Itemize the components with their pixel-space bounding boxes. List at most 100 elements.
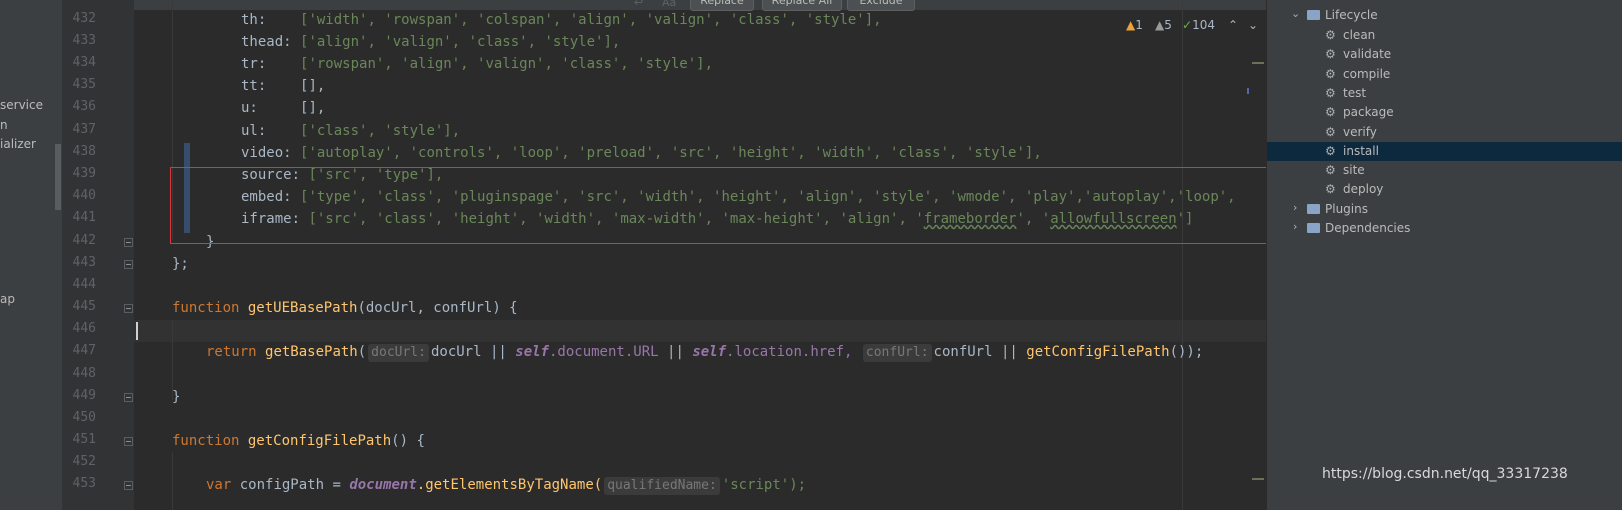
- line-number: 435: [72, 77, 96, 92]
- code-line-441: iframe: ['src', 'class', 'height', 'widt…: [241, 210, 1193, 228]
- project-item-service[interactable]: service: [0, 98, 43, 112]
- fold-marker-icon[interactable]: [124, 304, 133, 313]
- property: URL: [633, 344, 659, 360]
- line-number: 440: [72, 188, 96, 203]
- watermark-text: https://blog.csdn.net/qq_33317238: [1322, 466, 1568, 482]
- chevron-right-icon[interactable]: ›: [1293, 220, 1297, 233]
- gear-icon: ⚙: [1325, 124, 1336, 139]
- code-line-439: source: ['src', 'type'],: [241, 166, 443, 184]
- line-number: 445: [72, 299, 96, 314]
- previous-problem-icon[interactable]: ⌃: [1228, 18, 1238, 32]
- line-number: 446: [72, 321, 96, 336]
- line-number: 447: [72, 343, 96, 358]
- closing-brace: };: [172, 256, 189, 272]
- string-array: ', ': [1016, 211, 1051, 227]
- maven-tool-panel: ⌄ Lifecycle ⚙ clean ⚙ validate ⚙ compile ⚙ test…: [1266, 0, 1622, 510]
- code-line-442: }: [206, 233, 214, 251]
- line-number: 434: [72, 55, 96, 70]
- inspection-weak-warnings[interactable]: ▲5: [1155, 18, 1172, 32]
- code-editor[interactable]: th: ['width', 'rowspan', 'colspan', 'ali…: [134, 0, 1266, 510]
- warning-count: 1: [1135, 18, 1143, 32]
- fold-marker-icon[interactable]: [124, 437, 133, 446]
- gear-icon: ⚙: [1325, 182, 1336, 197]
- maven-goal-test[interactable]: ⚙ test: [1267, 84, 1622, 103]
- maven-goal-clean[interactable]: ⚙ clean: [1267, 26, 1622, 45]
- params: () {: [391, 433, 425, 449]
- maven-goal-site[interactable]: ⚙ site: [1267, 161, 1622, 180]
- maven-goal-install[interactable]: ⚙ install: [1267, 141, 1622, 161]
- maven-goal-compile[interactable]: ⚙ compile: [1267, 65, 1622, 84]
- gear-icon: ⚙: [1325, 28, 1336, 42]
- argument: docUrl ||: [430, 344, 507, 360]
- params: (docUrl, confUrl) {: [357, 300, 518, 316]
- scroll-marker[interactable]: [1252, 62, 1264, 64]
- project-item-initializer[interactable]: ializer: [0, 137, 36, 151]
- string-array: ['autoplay', 'controls', 'loop', 'preloa…: [300, 145, 1042, 161]
- typo-check-icon: ✓: [1182, 18, 1193, 32]
- chevron-down-icon[interactable]: ⌄: [1291, 7, 1300, 20]
- variable: configPath =: [239, 477, 341, 493]
- line-number: 449: [72, 388, 96, 403]
- maven-goal-validate[interactable]: ⚙ validate: [1267, 45, 1622, 64]
- function-name: getConfigFilePath: [1026, 344, 1170, 360]
- maven-goal-label: clean: [1343, 28, 1376, 42]
- gear-icon: ⚙: [1325, 163, 1336, 178]
- fold-marker-icon[interactable]: [124, 260, 133, 269]
- project-item-ap[interactable]: ap: [0, 292, 15, 306]
- inspection-warnings[interactable]: ▲1: [1126, 18, 1143, 32]
- string-array: [],: [300, 78, 326, 94]
- function-name: getUEBasePath: [247, 300, 358, 316]
- scroll-marker[interactable]: [1247, 88, 1249, 94]
- line-number: 444: [72, 277, 96, 292]
- object-key: th:: [241, 12, 267, 28]
- string-array: ['align', 'valign', 'class', 'style'],: [300, 34, 621, 50]
- fold-marker-icon[interactable]: [124, 393, 133, 402]
- inspection-typos[interactable]: ✓104: [1182, 18, 1215, 32]
- code-line-436: u: [],: [241, 99, 325, 117]
- line-number: 437: [72, 122, 96, 137]
- string-array: ['src', 'class', 'height', 'width', 'max…: [308, 211, 924, 227]
- scroll-marker[interactable]: [1252, 478, 1264, 480]
- next-problem-icon[interactable]: ⌄: [1248, 18, 1258, 32]
- maven-lifecycle-node[interactable]: ⌄ Lifecycle: [1267, 6, 1622, 25]
- function-name: getBasePath: [265, 344, 358, 360]
- maven-goal-deploy[interactable]: ⚙ deploy: [1267, 180, 1622, 199]
- closing-brace: }: [172, 389, 181, 405]
- code-line-434: tr: ['rowspan', 'align', 'valign', 'clas…: [241, 55, 713, 73]
- string-array: [],: [300, 100, 326, 116]
- line-number: 443: [72, 255, 96, 270]
- line-number: 433: [72, 33, 96, 48]
- self-keyword: self: [515, 344, 549, 360]
- string-array: ['rowspan', 'align', 'valign', 'class', …: [300, 56, 714, 72]
- code-line-447: return getBasePath(docUrl: docUrl || self…: [206, 344, 1204, 362]
- project-panel-scrollbar[interactable]: [55, 144, 61, 210]
- string-array: ']: [1176, 211, 1194, 227]
- maven-dependencies-node[interactable]: › Dependencies: [1267, 219, 1622, 238]
- dependencies-label: Dependencies: [1325, 221, 1411, 235]
- maven-goal-label: validate: [1343, 47, 1392, 62]
- object-key: u:: [241, 100, 258, 116]
- line-number: 442: [72, 233, 96, 248]
- function-name: .getElementsByTagName(: [416, 477, 603, 493]
- gear-icon: ⚙: [1325, 143, 1336, 158]
- string-array: ['src', 'type'],: [308, 167, 444, 183]
- code-line-449: }: [172, 388, 180, 406]
- maven-goal-verify[interactable]: ⚙ verify: [1267, 123, 1622, 142]
- string-array: ['width', 'rowspan', 'colspan', 'align',…: [300, 12, 882, 28]
- code-line-438: video: ['autoplay', 'controls', 'loop', …: [241, 144, 1042, 162]
- maven-plugins-node[interactable]: › Plugins: [1267, 200, 1622, 219]
- folder-icon: [1307, 204, 1320, 214]
- keyword: function: [172, 433, 240, 449]
- project-item-n[interactable]: n: [0, 118, 8, 132]
- code-line-437: ul: ['class', 'style'],: [241, 122, 460, 140]
- line-number: 436: [72, 99, 96, 114]
- object-key: tt:: [241, 78, 267, 94]
- fold-marker-icon[interactable]: [124, 481, 133, 490]
- chevron-right-icon[interactable]: ›: [1293, 201, 1297, 214]
- function-name: getConfigFilePath: [247, 433, 392, 449]
- line-number: 432: [72, 11, 96, 26]
- maven-goal-package[interactable]: ⚙ package: [1267, 103, 1622, 122]
- argument: 'script');: [721, 477, 807, 493]
- object-key: video:: [241, 145, 292, 161]
- fold-marker-icon[interactable]: [124, 238, 133, 247]
